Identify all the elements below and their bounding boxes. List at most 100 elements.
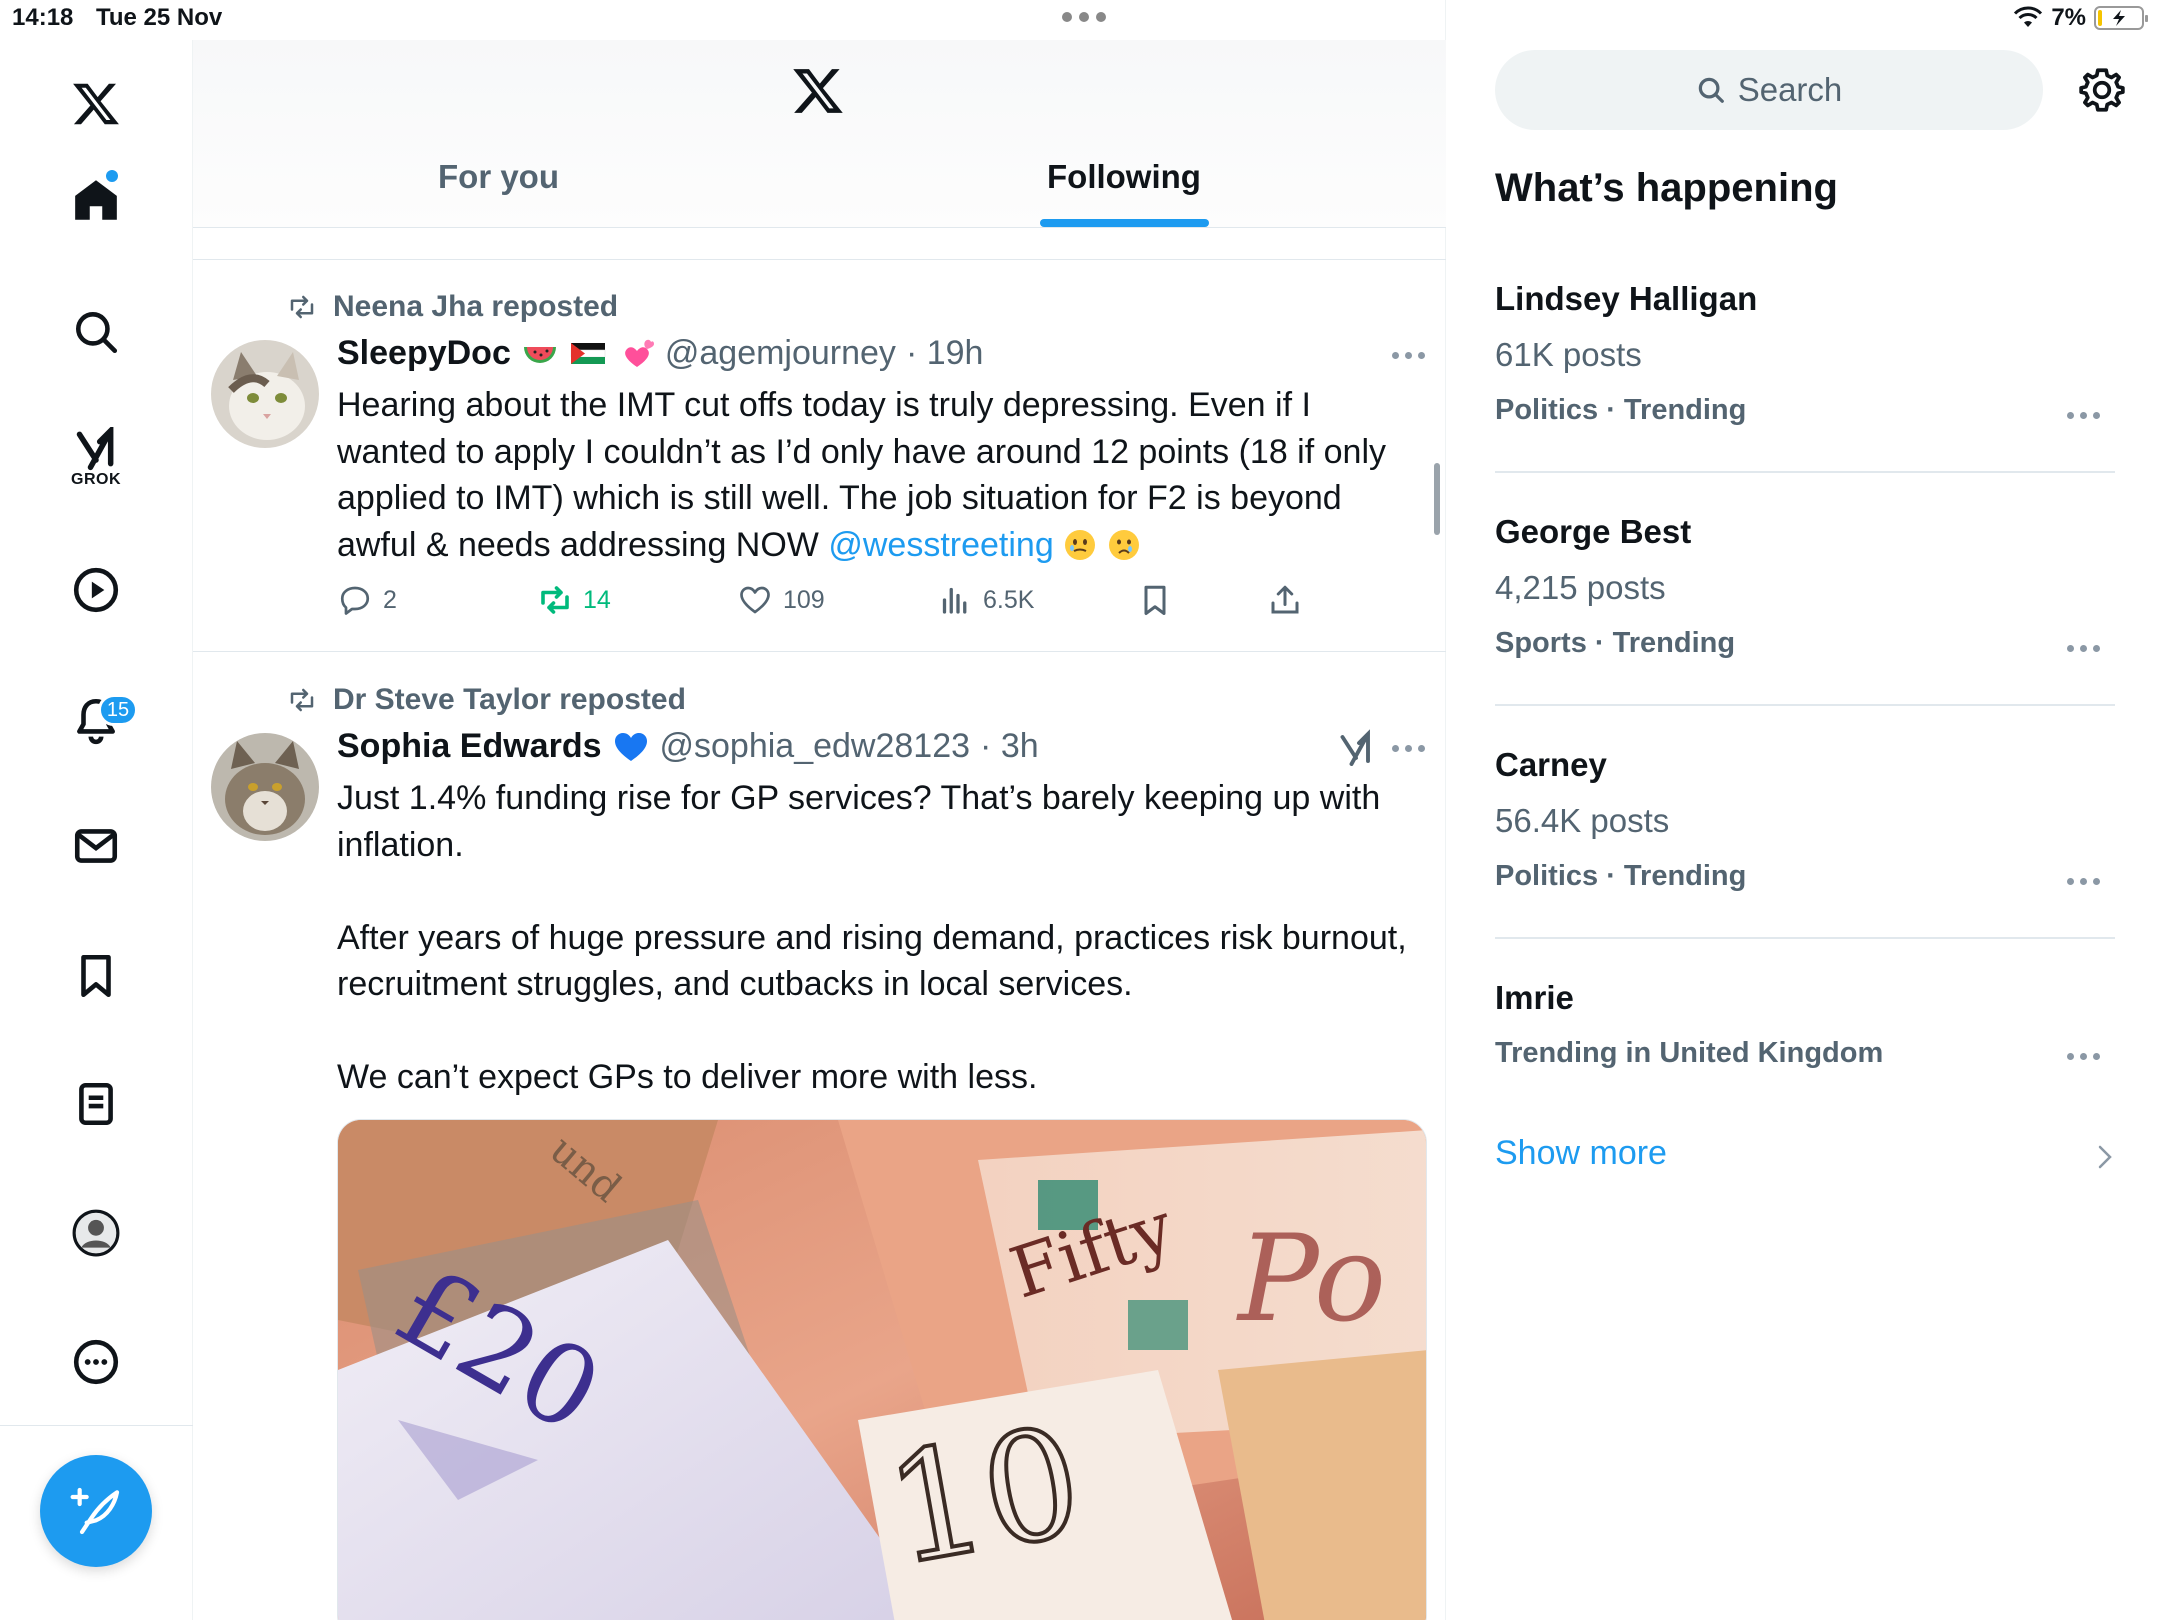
- reply-button[interactable]: 2: [337, 582, 397, 618]
- trend-name: Lindsey Halligan: [1495, 280, 1758, 317]
- nav-notifications[interactable]: 15: [56, 680, 138, 760]
- two-hearts-emoji-icon: [624, 339, 654, 367]
- repost-context: Dr Steve Taylor reposted: [285, 683, 686, 717]
- author-name[interactable]: SleepyDoc: [337, 334, 511, 373]
- gear-icon[interactable]: [2077, 65, 2127, 115]
- tab-following[interactable]: Following: [1047, 158, 1201, 196]
- x-logo-icon[interactable]: [791, 64, 845, 118]
- trend-item[interactable]: George Best 4,215 posts Sports · Trendin…: [1495, 513, 2115, 693]
- like-count: 109: [783, 585, 825, 614]
- bookmark-button[interactable]: [1137, 582, 1173, 618]
- notifications-badge: 15: [98, 694, 138, 726]
- author-handle[interactable]: @agemjourney: [665, 334, 896, 373]
- reply-icon: [340, 586, 370, 615]
- crying-face-emoji-icon: [1108, 529, 1139, 560]
- timeline-column: For you Following Neena Jha reposted Sle…: [193, 0, 1446, 1620]
- repost-icon: [541, 586, 569, 614]
- scrollbar[interactable]: [1434, 463, 1440, 535]
- tweet[interactable]: Dr Steve Taylor reposted Sophia Edwards …: [193, 653, 1446, 1620]
- trend-item[interactable]: Lindsey Halligan 61K posts Politics · Tr…: [1495, 280, 2115, 460]
- video-icon: [73, 567, 119, 613]
- repost-count: 14: [583, 585, 611, 614]
- author-name[interactable]: Sophia Edwards: [337, 727, 602, 766]
- tweet-text: Hearing about the IMT cut offs today is …: [337, 382, 1427, 568]
- status-time: 14:18: [12, 4, 74, 31]
- tweet-time[interactable]: · 19h: [906, 334, 984, 373]
- profile-icon: [72, 1209, 120, 1257]
- trend-more-icon[interactable]: [2067, 412, 2101, 422]
- nav-home[interactable]: [56, 160, 136, 240]
- trend-more-icon[interactable]: [2067, 878, 2101, 888]
- repost-icon: [290, 295, 314, 319]
- tweet-more-icon[interactable]: [1392, 745, 1426, 755]
- trend-item[interactable]: Carney 56.4K posts Politics · Trending: [1495, 746, 2115, 926]
- home-unread-dot: [106, 170, 118, 182]
- compose-feather-icon: [70, 1487, 120, 1535]
- trend-count: 61K posts: [1495, 336, 1642, 373]
- divider: [1495, 704, 2115, 706]
- search-placeholder: Search: [1737, 71, 1843, 108]
- nav-video[interactable]: [56, 550, 136, 630]
- trend-category: Trending in United Kingdom: [1495, 1037, 1884, 1069]
- nav-messages[interactable]: [56, 806, 136, 886]
- tweet[interactable]: Neena Jha reposted SleepyDoc @agemjourne…: [193, 260, 1446, 652]
- trend-count: 56.4K posts: [1495, 802, 1670, 839]
- grok-label: GROK: [71, 471, 121, 488]
- x-logo-icon[interactable]: [56, 64, 136, 144]
- tweet-mention[interactable]: @wesstreeting: [828, 526, 1053, 564]
- list-icon: [79, 1082, 113, 1126]
- right-sidebar: Search What’s happening Lindsey Halligan…: [1447, 0, 2160, 1620]
- share-icon: [1271, 585, 1299, 614]
- trend-more-icon[interactable]: [2067, 1053, 2101, 1063]
- tweet-time[interactable]: · 3h: [980, 727, 1039, 766]
- tweet-more-icon[interactable]: [1392, 352, 1426, 362]
- grok-icon[interactable]: [1338, 729, 1374, 769]
- compose-button[interactable]: [40, 1455, 152, 1567]
- heart-icon: [740, 586, 770, 614]
- trend-item[interactable]: Imrie Trending in United Kingdom: [1495, 979, 2115, 1089]
- show-more-link[interactable]: Show more: [1495, 1134, 1667, 1173]
- chevron-right-icon[interactable]: [2095, 1142, 2115, 1172]
- reply-count: 2: [383, 585, 397, 614]
- author-handle[interactable]: @sophia_edw28123: [660, 727, 971, 766]
- share-button[interactable]: [1267, 582, 1303, 618]
- svg-text:Po: Po: [1236, 1210, 1386, 1349]
- trend-category: Politics · Trending: [1495, 394, 1747, 426]
- divider: [1495, 937, 2115, 939]
- watermelon-emoji-icon: [523, 346, 556, 363]
- search-icon: [1698, 77, 1724, 103]
- like-button[interactable]: 109: [737, 582, 825, 618]
- tweet-image[interactable]: £20 10 Fifty Po und: [337, 1119, 1427, 1620]
- repost-button[interactable]: 14: [537, 582, 611, 618]
- nav-profile[interactable]: [56, 1193, 136, 1273]
- avatar[interactable]: [211, 733, 319, 841]
- nav-more[interactable]: [56, 1322, 136, 1402]
- trend-more-icon[interactable]: [2067, 645, 2101, 655]
- mail-icon: [74, 829, 118, 863]
- trend-name: Carney: [1495, 746, 1607, 783]
- tweet-text: Just 1.4% funding rise for GP services? …: [337, 779, 1407, 1096]
- view-count: 6.5K: [983, 585, 1035, 614]
- nav-bookmarks[interactable]: [56, 936, 136, 1016]
- tweet-header: SleepyDoc @agemjourney · 19h: [337, 334, 983, 373]
- home-icon: [75, 180, 117, 220]
- search-input[interactable]: Search: [1495, 50, 2043, 130]
- grok-icon: [76, 427, 114, 471]
- tweet-actions: 2 14 109 6.5K: [337, 582, 1337, 632]
- face-holding-back-tears-emoji-icon: [1065, 529, 1096, 560]
- nav-lists[interactable]: [56, 1064, 136, 1144]
- nav-explore[interactable]: [56, 292, 136, 372]
- repost-by-label: Neena Jha reposted: [333, 290, 619, 323]
- search-icon: [76, 312, 118, 354]
- avatar[interactable]: [211, 340, 319, 448]
- blue-heart-emoji-icon: [614, 732, 647, 761]
- more-icon: [73, 1339, 119, 1385]
- trend-name: George Best: [1495, 513, 1692, 550]
- nav-grok[interactable]: GROK: [56, 418, 136, 498]
- repost-context: Neena Jha reposted: [285, 290, 618, 324]
- tab-for-you[interactable]: For you: [438, 158, 559, 196]
- whats-happening-title: What’s happening: [1495, 166, 1838, 210]
- views-button[interactable]: 6.5K: [937, 582, 1034, 618]
- tweet-header: Sophia Edwards @sophia_edw28123 · 3h: [337, 727, 1039, 766]
- left-nav: GROK 15: [0, 40, 193, 1620]
